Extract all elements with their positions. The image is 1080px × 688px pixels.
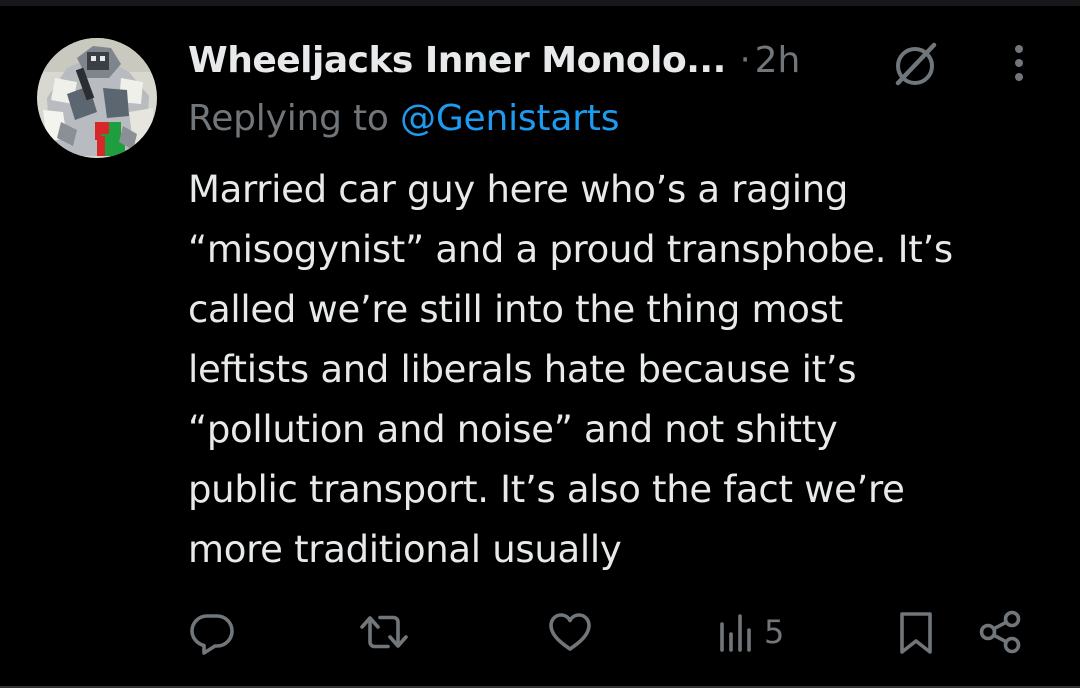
more-vertical-icon[interactable] <box>1004 40 1034 86</box>
avatar[interactable] <box>37 38 157 158</box>
share-icon <box>979 610 1021 654</box>
bookmark-icon <box>900 612 932 654</box>
replying-to: Replying to @Genistarts <box>188 98 619 139</box>
views-button[interactable]: 5 <box>716 608 784 656</box>
reply-button[interactable] <box>188 608 236 656</box>
timestamp[interactable]: 2h <box>755 40 801 81</box>
avatar-robot-image <box>37 38 157 158</box>
views-icon <box>720 614 751 652</box>
tweet-text-line: “misogynist” and a proud transphobe. It’… <box>188 228 953 271</box>
tweet-text: Married car guy here who’s a raging “mis… <box>188 160 1068 580</box>
share-button[interactable] <box>976 608 1024 656</box>
tweet-card[interactable]: Wheeljacks Inner Monolo... · 2h Replying… <box>0 0 1080 688</box>
views-count: 5 <box>764 613 785 651</box>
tweet-text-line: called we’re still into the thing most <box>188 288 843 331</box>
replying-to-label: Replying to <box>188 98 401 139</box>
tweet-text-line: more traditional usually <box>188 528 622 571</box>
tweet-header: Wheeljacks Inner Monolo... · 2h <box>188 32 800 88</box>
grok-icon[interactable] <box>886 36 944 94</box>
display-name[interactable]: Wheeljacks Inner Monolo... <box>188 40 726 81</box>
reply-handle-link[interactable]: @Genistarts <box>400 98 619 139</box>
tweet-text-line: “pollution and noise” and not shitty <box>188 408 838 451</box>
action-bar: 5 <box>0 600 1080 664</box>
header-separator: · <box>739 40 751 80</box>
bookmark-button[interactable] <box>894 608 938 656</box>
like-icon <box>549 613 591 651</box>
like-button[interactable] <box>546 608 594 656</box>
tweet-text-line: leftists and liberals hate because it’s <box>188 348 857 391</box>
tweet-text-line: public transport. It’s also the fact we’… <box>188 468 905 511</box>
retweet-icon <box>360 615 408 649</box>
tweet-text-line: Married car guy here who’s a raging <box>188 168 849 211</box>
reply-icon <box>190 614 234 655</box>
retweet-button[interactable] <box>358 608 410 656</box>
